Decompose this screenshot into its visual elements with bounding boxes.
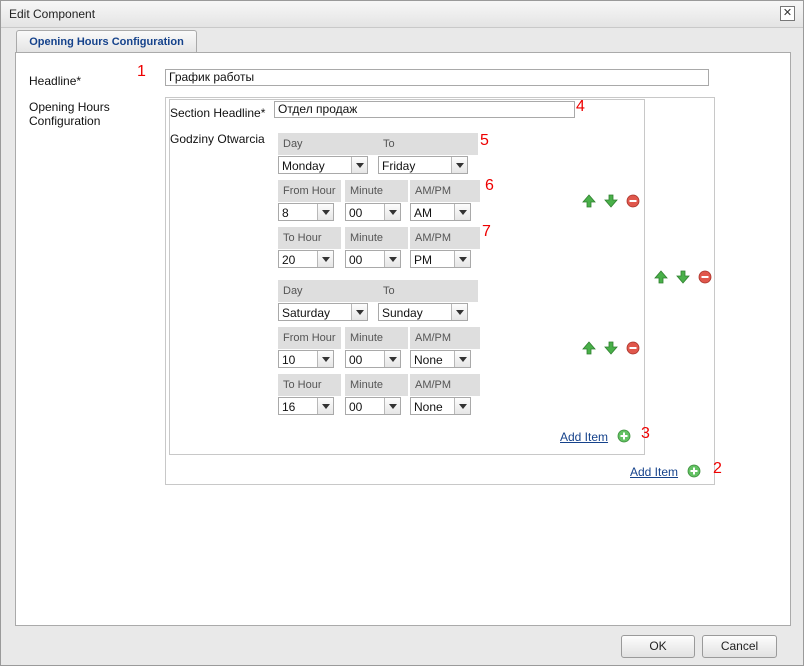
annotation-1: 1 xyxy=(137,63,146,80)
from-minute-select[interactable]: 00 xyxy=(345,350,401,368)
annotation-4: 4 xyxy=(576,98,585,115)
to-header: To xyxy=(378,280,478,302)
remove-icon[interactable] xyxy=(626,194,640,208)
to-minute-value: 00 xyxy=(349,253,363,267)
from-ampm-value: None xyxy=(414,353,443,367)
move-up-icon[interactable] xyxy=(654,270,668,284)
ampm-header: AM/PM xyxy=(410,327,480,349)
day-select[interactable]: Saturday xyxy=(278,303,368,321)
section-headline-input[interactable]: Отдел продаж xyxy=(274,101,575,118)
from-hour-value: 10 xyxy=(282,353,296,367)
move-down-icon[interactable] xyxy=(604,341,618,355)
day-select-value: Monday xyxy=(282,159,325,173)
from-hour-header: From Hour xyxy=(278,180,341,202)
annotation-3: 3 xyxy=(641,425,650,442)
minute-header: Minute xyxy=(345,227,408,249)
move-up-icon[interactable] xyxy=(582,341,596,355)
day-header: Day xyxy=(278,280,378,302)
move-down-icon[interactable] xyxy=(676,270,690,284)
ampm-header: AM/PM xyxy=(410,227,480,249)
close-icon[interactable]: ✕ xyxy=(780,6,795,21)
from-ampm-value: AM xyxy=(414,206,432,220)
to-minute-select[interactable]: 00 xyxy=(345,250,401,268)
chevron-down-icon xyxy=(317,204,333,220)
from-hour-header: From Hour xyxy=(278,327,341,349)
day-select[interactable]: Monday xyxy=(278,156,368,174)
from-hour-select[interactable]: 8 xyxy=(278,203,334,221)
minute-header: Minute xyxy=(345,180,408,202)
from-ampm-select[interactable]: None xyxy=(410,350,471,368)
ampm-header: AM/PM xyxy=(410,180,480,202)
chevron-down-icon xyxy=(454,204,470,220)
chevron-down-icon xyxy=(384,398,400,414)
annotation-5: 5 xyxy=(480,132,489,149)
from-hour-select[interactable]: 10 xyxy=(278,350,334,368)
to-hour-header: To Hour xyxy=(278,374,341,396)
chevron-down-icon xyxy=(317,251,333,267)
annotation-2: 2 xyxy=(713,460,722,477)
from-minute-value: 00 xyxy=(349,206,363,220)
minute-header: Minute xyxy=(345,327,408,349)
chevron-down-icon xyxy=(351,157,367,173)
chevron-down-icon xyxy=(454,398,470,414)
to-minute-value: 00 xyxy=(349,400,363,414)
edit-component-dialog: Edit Component ✕ Opening Hours Configura… xyxy=(0,0,804,666)
from-hour-value: 8 xyxy=(282,206,289,220)
to-day-select-value: Friday xyxy=(382,159,416,173)
add-icon[interactable] xyxy=(687,464,701,478)
chevron-down-icon xyxy=(317,351,333,367)
day-select-value: Saturday xyxy=(282,306,331,320)
annotation-7: 7 xyxy=(482,223,491,240)
dialog-title: Edit Component xyxy=(9,7,96,21)
to-ampm-value: PM xyxy=(414,253,432,267)
chevron-down-icon xyxy=(384,251,400,267)
chevron-down-icon xyxy=(451,157,467,173)
opening-hours-config-label: Opening Hours xyxy=(29,100,110,114)
move-down-icon[interactable] xyxy=(604,194,618,208)
ampm-header: AM/PM xyxy=(410,374,480,396)
to-day-select-value: Sunday xyxy=(382,306,423,320)
from-minute-value: 00 xyxy=(349,353,363,367)
chevron-down-icon xyxy=(384,351,400,367)
annotation-6: 6 xyxy=(485,177,494,194)
section-headline-label: Section Headline* xyxy=(170,106,266,120)
to-ampm-select[interactable]: PM xyxy=(410,250,471,268)
headline-label: Headline* xyxy=(29,74,82,88)
add-item-link-outer[interactable]: Add Item xyxy=(630,465,678,479)
dialog-titlebar[interactable]: Edit Component ✕ xyxy=(1,1,803,28)
headline-input[interactable]: График работы xyxy=(165,69,709,86)
cancel-button[interactable]: Cancel xyxy=(702,635,777,658)
to-minute-select[interactable]: 00 xyxy=(345,397,401,415)
to-ampm-value: None xyxy=(414,400,443,414)
to-hour-select[interactable]: 16 xyxy=(278,397,334,415)
to-day-select[interactable]: Sunday xyxy=(378,303,468,321)
minute-header: Minute xyxy=(345,374,408,396)
to-ampm-select[interactable]: None xyxy=(410,397,471,415)
to-hour-value: 16 xyxy=(282,400,296,414)
to-hour-header: To Hour xyxy=(278,227,341,249)
day-header: Day xyxy=(278,133,378,155)
to-day-select[interactable]: Friday xyxy=(378,156,468,174)
to-hour-select[interactable]: 20 xyxy=(278,250,334,268)
chevron-down-icon xyxy=(317,398,333,414)
tab-opening-hours-configuration[interactable]: Opening Hours Configuration xyxy=(16,30,197,53)
chevron-down-icon xyxy=(454,251,470,267)
from-ampm-select[interactable]: AM xyxy=(410,203,471,221)
to-header: To xyxy=(378,133,478,155)
add-icon[interactable] xyxy=(617,429,631,443)
to-hour-value: 20 xyxy=(282,253,296,267)
chevron-down-icon xyxy=(384,204,400,220)
opening-hours-config-label-2: Configuration xyxy=(29,114,101,128)
chevron-down-icon xyxy=(454,351,470,367)
chevron-down-icon xyxy=(351,304,367,320)
remove-icon[interactable] xyxy=(626,341,640,355)
ok-button[interactable]: OK xyxy=(621,635,695,658)
add-item-link-inner[interactable]: Add Item xyxy=(560,430,608,444)
from-minute-select[interactable]: 00 xyxy=(345,203,401,221)
remove-icon[interactable] xyxy=(698,270,712,284)
chevron-down-icon xyxy=(451,304,467,320)
move-up-icon[interactable] xyxy=(582,194,596,208)
godziny-otwarcia-label: Godziny Otwarcia xyxy=(170,132,265,146)
